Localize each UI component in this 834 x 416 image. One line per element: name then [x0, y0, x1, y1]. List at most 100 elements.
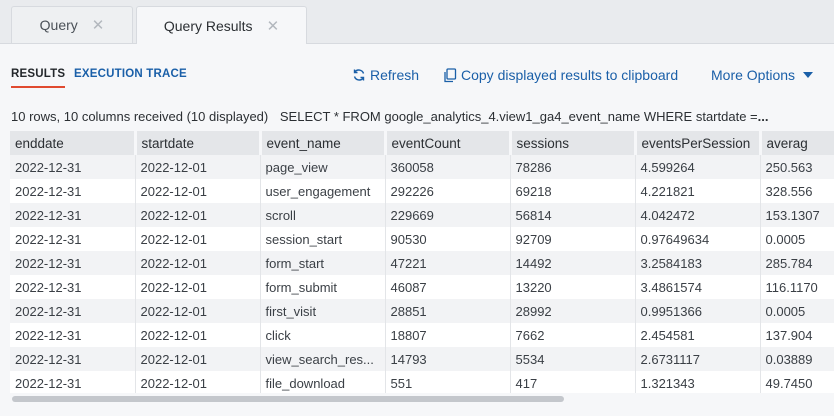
column-header-events-per-session[interactable]: eventsPerSession [635, 131, 762, 155]
table-row[interactable]: 2022-12-31 2022-12-01 session_start 90530 92… [10, 227, 834, 251]
table-cell[interactable]: 2022-12-01 [135, 155, 261, 179]
table-cell[interactable]: 14793 [385, 347, 511, 371]
column-header-average[interactable]: averag [760, 131, 834, 155]
table-cell[interactable]: user_engagement [260, 179, 386, 203]
table-cell[interactable]: 69218 [510, 179, 636, 203]
table-cell[interactable]: 250.563 [760, 155, 834, 179]
table-cell[interactable]: 4.221821 [635, 179, 761, 203]
table-cell[interactable]: 2022-12-01 [135, 179, 261, 203]
column-header-sessions[interactable]: sessions [510, 131, 637, 155]
table-cell[interactable]: 49.7450 [760, 371, 834, 393]
table-cell[interactable]: 46087 [385, 275, 511, 299]
table-cell[interactable]: 2022-12-31 [10, 251, 136, 275]
table-cell[interactable]: 2022-12-31 [10, 299, 136, 323]
table-cell[interactable]: 4.599264 [635, 155, 761, 179]
subtab-results[interactable]: RESULTS [11, 68, 66, 88]
table-cell[interactable]: 2022-12-01 [135, 347, 261, 371]
subtab-execution-trace[interactable]: EXECUTION TRACE [74, 68, 187, 80]
table-cell[interactable]: 47221 [385, 251, 511, 275]
table-cell[interactable]: 285.784 [760, 251, 834, 275]
table-row[interactable]: 2022-12-31 2022-12-01 first_visit 28851 2899… [10, 299, 834, 323]
table-cell[interactable]: 0.0005 [760, 227, 834, 251]
table-cell[interactable]: 3.4861574 [635, 275, 761, 299]
table-cell[interactable]: 4.042472 [635, 203, 761, 227]
table-cell[interactable]: 28851 [385, 299, 511, 323]
table-cell[interactable]: session_start [260, 227, 386, 251]
close-icon[interactable]: ✕ [92, 16, 105, 34]
table-cell[interactable]: 2022-12-31 [10, 347, 136, 371]
table-cell[interactable]: 0.03889 [760, 347, 834, 371]
table-cell[interactable]: view_search_res... [260, 347, 386, 371]
copy-icon [444, 67, 457, 82]
table-cell[interactable]: page_view [260, 155, 386, 179]
table-cell[interactable]: 2022-12-31 [10, 371, 136, 393]
table-cell[interactable]: 5534 [510, 347, 636, 371]
table-cell[interactable]: 7662 [510, 323, 636, 347]
table-cell[interactable]: 2022-12-01 [135, 371, 261, 393]
tab-query[interactable]: Query ✕ [11, 6, 133, 43]
table-cell[interactable]: 0.9951366 [635, 299, 761, 323]
table-cell[interactable]: 28992 [510, 299, 636, 323]
close-icon[interactable]: ✕ [267, 17, 280, 35]
table-row[interactable]: 2022-12-31 2022-12-01 page_view 360058 78286… [10, 155, 834, 179]
table-cell[interactable]: file_download [260, 371, 386, 393]
table-cell[interactable]: 2022-12-01 [135, 203, 261, 227]
table-cell[interactable]: 90530 [385, 227, 511, 251]
table-cell[interactable]: 292226 [385, 179, 511, 203]
table-cell[interactable]: 3.2584183 [635, 251, 761, 275]
table-cell[interactable]: 551 [385, 371, 511, 393]
table-cell[interactable]: 417 [510, 371, 636, 393]
refresh-button[interactable]: Refresh [352, 67, 419, 83]
table-cell[interactable]: 18807 [385, 323, 511, 347]
table-cell[interactable]: 2022-12-01 [135, 251, 261, 275]
table-cell[interactable]: 2.454581 [635, 323, 761, 347]
horizontal-scrollbar[interactable] [10, 394, 834, 403]
table-cell[interactable]: click [260, 323, 386, 347]
table-cell[interactable]: 229669 [385, 203, 511, 227]
table-cell[interactable]: 2022-12-31 [10, 323, 136, 347]
tab-query-results[interactable]: Query Results ✕ [136, 6, 307, 44]
table-cell[interactable]: 1.321343 [635, 371, 761, 393]
column-header-event-count[interactable]: eventCount [385, 131, 512, 155]
more-options-button[interactable]: More Options [711, 67, 814, 83]
table-row[interactable]: 2022-12-31 2022-12-01 form_submit 46087 1322… [10, 275, 834, 299]
table-cell[interactable]: 2022-12-31 [10, 203, 136, 227]
table-cell[interactable]: 2022-12-01 [135, 323, 261, 347]
table-cell[interactable]: 2022-12-01 [135, 227, 261, 251]
table-row[interactable]: 2022-12-31 2022-12-01 scroll 229669 56814 4.0… [10, 203, 834, 227]
table-cell[interactable]: 137.904 [760, 323, 834, 347]
table-cell[interactable]: form_start [260, 251, 386, 275]
table-cell[interactable]: 92709 [510, 227, 636, 251]
copy-results-button[interactable]: Copy displayed results to clipboard [443, 67, 678, 83]
table-row[interactable]: 2022-12-31 2022-12-01 click 18807 7662 2.4545… [10, 323, 834, 347]
table-cell[interactable]: scroll [260, 203, 386, 227]
scrollbar-thumb[interactable] [12, 396, 564, 402]
table-cell[interactable]: form_submit [260, 275, 386, 299]
table-cell[interactable]: 2022-12-01 [135, 275, 261, 299]
table-cell[interactable]: 2022-12-31 [10, 155, 136, 179]
table-cell[interactable]: 56814 [510, 203, 636, 227]
column-header-startdate[interactable]: startdate [135, 131, 262, 155]
table-cell[interactable]: 2022-12-31 [10, 179, 136, 203]
table-cell[interactable]: 0.0005 [760, 299, 834, 323]
table-row[interactable]: 2022-12-31 2022-12-01 view_search_res... 14… [10, 347, 834, 371]
table-row[interactable]: 2022-12-31 2022-12-01 form_start 47221 14492… [10, 251, 834, 275]
table-cell[interactable]: 13220 [510, 275, 636, 299]
table-cell[interactable]: 2022-12-01 [135, 299, 261, 323]
table-row[interactable]: 2022-12-31 2022-12-01 file_download 551 417 1… [10, 371, 834, 393]
column-header-event-name[interactable]: event_name [260, 131, 387, 155]
table-cell[interactable]: 360058 [385, 155, 511, 179]
table-cell[interactable]: 2022-12-31 [10, 227, 136, 251]
table-cell[interactable]: 2.6731117 [635, 347, 761, 371]
table-cell[interactable]: 0.97649634 [635, 227, 761, 251]
table-cell[interactable]: 14492 [510, 251, 636, 275]
table-cell[interactable]: 328.556 [760, 179, 834, 203]
table-cell[interactable]: first_visit [260, 299, 386, 323]
header-row: enddate startdate event_name eventCount … [10, 131, 834, 155]
table-cell[interactable]: 153.1307 [760, 203, 834, 227]
table-cell[interactable]: 116.1170 [760, 275, 834, 299]
table-row[interactable]: 2022-12-31 2022-12-01 user_engagement 29222… [10, 179, 834, 203]
table-cell[interactable]: 2022-12-31 [10, 275, 136, 299]
column-header-enddate[interactable]: enddate [10, 131, 137, 155]
table-cell[interactable]: 78286 [510, 155, 636, 179]
